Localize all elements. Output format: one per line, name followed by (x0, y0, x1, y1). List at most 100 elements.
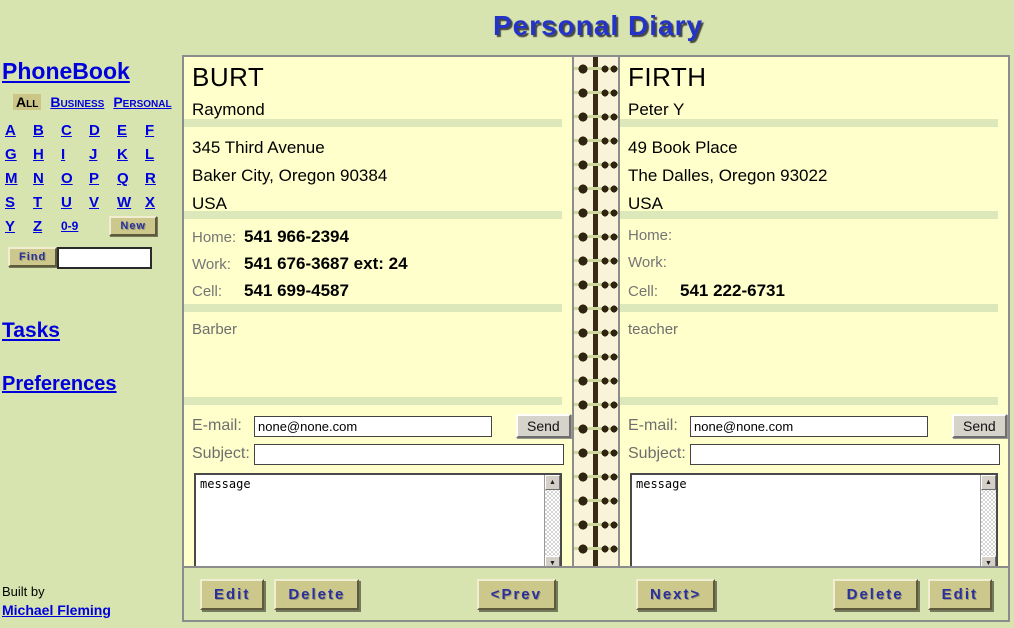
section-divider (184, 397, 562, 405)
filter-personal[interactable]: Personal (113, 94, 171, 110)
scroll-down-icon[interactable]: ▼ (545, 556, 560, 566)
email-label: E-mail: (192, 417, 254, 435)
subject-label: Subject: (192, 445, 254, 463)
letter-link-i[interactable]: I (61, 146, 89, 163)
phones-section: Home: Work: Cell: 541 222-6731 (620, 219, 1008, 304)
section-divider (620, 304, 998, 312)
preferences-link[interactable]: Preferences (2, 373, 117, 395)
letter-link-x[interactable]: X (145, 194, 173, 211)
scroll-up-icon[interactable]: ▲ (981, 475, 996, 490)
letter-link-c[interactable]: C (61, 122, 89, 139)
name-section: FIRTH Peter Y (620, 57, 1008, 119)
page-title: Personal Diary (182, 0, 1014, 52)
address-line: 49 Book Place (628, 134, 1008, 162)
letter-link-b[interactable]: B (33, 122, 61, 139)
toolbar-right: Next> Delete Edit (620, 579, 1008, 610)
letter-link-r[interactable]: R (145, 170, 173, 187)
author-link[interactable]: Michael Fleming (2, 602, 111, 618)
find-button[interactable]: Find (8, 247, 57, 267)
filter-tabs: All Business Personal (13, 94, 182, 110)
phone-label: Cell: (192, 283, 244, 300)
address-line: The Dalles, Oregon 93022 (628, 162, 1008, 190)
message-scrollbar[interactable]: ▲ ▼ (980, 475, 996, 566)
phone-label: Cell: (628, 283, 680, 300)
last-name: FIRTH (628, 62, 1008, 93)
filter-business[interactable]: Business (50, 94, 104, 110)
letter-link-e[interactable]: E (117, 122, 145, 139)
phone-label: Work: (192, 256, 244, 273)
letter-link-d[interactable]: D (89, 122, 117, 139)
letter-link-f[interactable]: F (145, 122, 173, 139)
letter-link-g[interactable]: G (5, 146, 33, 163)
message-input[interactable]: message (632, 475, 980, 566)
category-text: teacher (628, 321, 678, 338)
prev-button[interactable]: <Prev (477, 579, 556, 610)
address-line: Baker City, Oregon 90384 (192, 162, 572, 190)
section-divider (184, 211, 562, 219)
send-button[interactable]: Send (516, 414, 571, 438)
letter-link-k[interactable]: K (117, 146, 145, 163)
subject-input[interactable] (690, 444, 1000, 465)
letter-link-n[interactable]: N (33, 170, 61, 187)
letter-link-0-9[interactable]: 0-9 (61, 219, 89, 233)
section-divider (184, 119, 562, 127)
letter-link-t[interactable]: T (33, 194, 61, 211)
phonebook-link[interactable]: PhoneBook (2, 58, 130, 84)
phone-row: Work: 541 676-3687 ext: 24 (192, 254, 572, 281)
section-divider (620, 397, 998, 405)
subject-row: Subject: (192, 440, 572, 468)
tasks-link[interactable]: Tasks (2, 319, 60, 342)
phone-value: 541 676-3687 ext: 24 (244, 254, 408, 274)
message-box: message ▲ ▼ (630, 473, 998, 566)
contact-page-right: FIRTH Peter Y 49 Book Place The Dalles, … (618, 57, 1008, 566)
delete-left-button[interactable]: Delete (274, 579, 359, 610)
letter-link-v[interactable]: V (89, 194, 117, 211)
filter-all[interactable]: All (13, 94, 41, 110)
subject-label: Subject: (628, 445, 690, 463)
bottom-toolbar: Edit Delete <Prev Next> Delete Edit (184, 566, 1008, 620)
email-input[interactable] (254, 416, 492, 437)
built-by-text: Built by (2, 583, 111, 601)
main-area: Personal Diary BURT Raymond 345 Third Av… (182, 0, 1014, 628)
section-divider (620, 211, 998, 219)
letter-link-m[interactable]: M (5, 170, 33, 187)
letter-link-u[interactable]: U (61, 194, 89, 211)
find-input[interactable] (57, 247, 152, 269)
letter-link-o[interactable]: O (61, 170, 89, 187)
category-section: teacher (620, 312, 1008, 397)
letter-link-p[interactable]: P (89, 170, 117, 187)
email-row: E-mail: Send (628, 412, 1008, 440)
letter-link-h[interactable]: H (33, 146, 61, 163)
letter-link-j[interactable]: J (89, 146, 117, 163)
letter-link-w[interactable]: W (117, 194, 145, 211)
letter-link-z[interactable]: Z (33, 218, 61, 235)
first-name: Peter Y (628, 100, 1008, 120)
phone-label: Home: (628, 227, 680, 244)
letter-index: A B C D E F G H I J K L M N O P Q R S T … (5, 118, 182, 238)
find-row: Find (8, 247, 182, 269)
edit-right-button[interactable]: Edit (928, 579, 992, 610)
subject-input[interactable] (254, 444, 564, 465)
message-input[interactable]: message (196, 475, 544, 566)
letter-link-l[interactable]: L (145, 146, 173, 163)
letter-link-s[interactable]: S (5, 194, 33, 211)
message-scrollbar[interactable]: ▲ ▼ (544, 475, 560, 566)
send-button[interactable]: Send (952, 414, 1007, 438)
diary-panel: BURT Raymond 345 Third Avenue Baker City… (182, 55, 1010, 622)
email-section: E-mail: Send Subject: message ▲ (184, 405, 572, 566)
phone-row: Home: (628, 227, 1008, 254)
letter-link-a[interactable]: A (5, 122, 33, 139)
first-name: Raymond (192, 100, 572, 120)
letter-link-q[interactable]: Q (117, 170, 145, 187)
phone-row: Home: 541 966-2394 (192, 227, 572, 254)
edit-left-button[interactable]: Edit (200, 579, 264, 610)
scroll-down-icon[interactable]: ▼ (981, 556, 996, 566)
address-section: 49 Book Place The Dalles, Oregon 93022 U… (620, 127, 1008, 211)
new-button[interactable]: New (109, 216, 157, 236)
email-input[interactable] (690, 416, 928, 437)
next-button[interactable]: Next> (636, 579, 715, 610)
letter-link-y[interactable]: Y (5, 218, 33, 235)
phone-label: Home: (192, 229, 244, 246)
scroll-up-icon[interactable]: ▲ (545, 475, 560, 490)
delete-right-button[interactable]: Delete (833, 579, 918, 610)
